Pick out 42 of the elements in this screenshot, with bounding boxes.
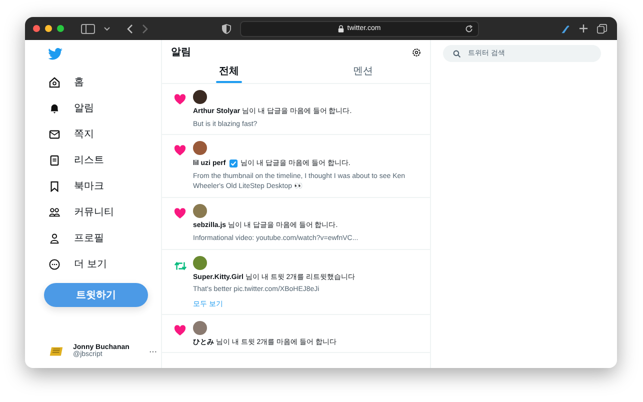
account-menu[interactable]: ··· — [149, 346, 157, 356]
minimize-button[interactable] — [45, 25, 52, 32]
nav-item[interactable]: 쪽지 — [44, 121, 161, 147]
nav-item[interactable]: 홈 — [44, 69, 161, 95]
forward-icon[interactable] — [142, 24, 148, 34]
more-icon — [49, 258, 60, 270]
list-icon — [49, 154, 60, 166]
avatar[interactable] — [193, 90, 207, 104]
zoom-button[interactable] — [57, 25, 64, 32]
tab[interactable]: 멘션 — [296, 59, 430, 83]
verified-badge-icon — [228, 159, 238, 168]
close-button[interactable] — [33, 25, 40, 32]
lock-icon — [338, 24, 344, 32]
nav-item[interactable]: 리스트 — [44, 147, 161, 173]
people-icon — [49, 206, 60, 218]
person-icon — [49, 232, 60, 244]
reload-icon[interactable] — [465, 24, 473, 32]
heart-icon — [174, 94, 186, 105]
bird-logo-icon[interactable] — [48, 48, 63, 60]
home-icon — [49, 76, 60, 88]
heart-icon — [174, 325, 186, 336]
back-icon[interactable] — [127, 24, 133, 34]
nav-item[interactable]: 알림 — [44, 95, 161, 121]
retweet-icon — [174, 260, 187, 271]
nav-item[interactable]: 북마크 — [44, 173, 161, 199]
bookmark-icon — [49, 180, 60, 192]
tab[interactable]: 전체 — [162, 59, 296, 83]
sidebar-icon[interactable] — [81, 24, 95, 34]
settings-icon[interactable] — [412, 48, 421, 56]
mail-icon — [49, 128, 60, 140]
plus-icon[interactable] — [579, 24, 588, 33]
heart-icon — [174, 145, 186, 156]
search-icon — [453, 50, 461, 58]
shield-icon[interactable] — [222, 24, 231, 34]
tabs-overview-icon[interactable] — [597, 24, 607, 34]
nav-item[interactable]: 커뮤니티 — [44, 199, 161, 225]
nav-item[interactable]: 프로필 — [44, 225, 161, 251]
page-title: 알림 — [171, 46, 191, 59]
caret-icon[interactable] — [104, 26, 110, 30]
bell-icon — [49, 102, 60, 114]
nav-item[interactable]: 더 보기 — [44, 251, 161, 277]
heart-icon — [174, 208, 186, 220]
